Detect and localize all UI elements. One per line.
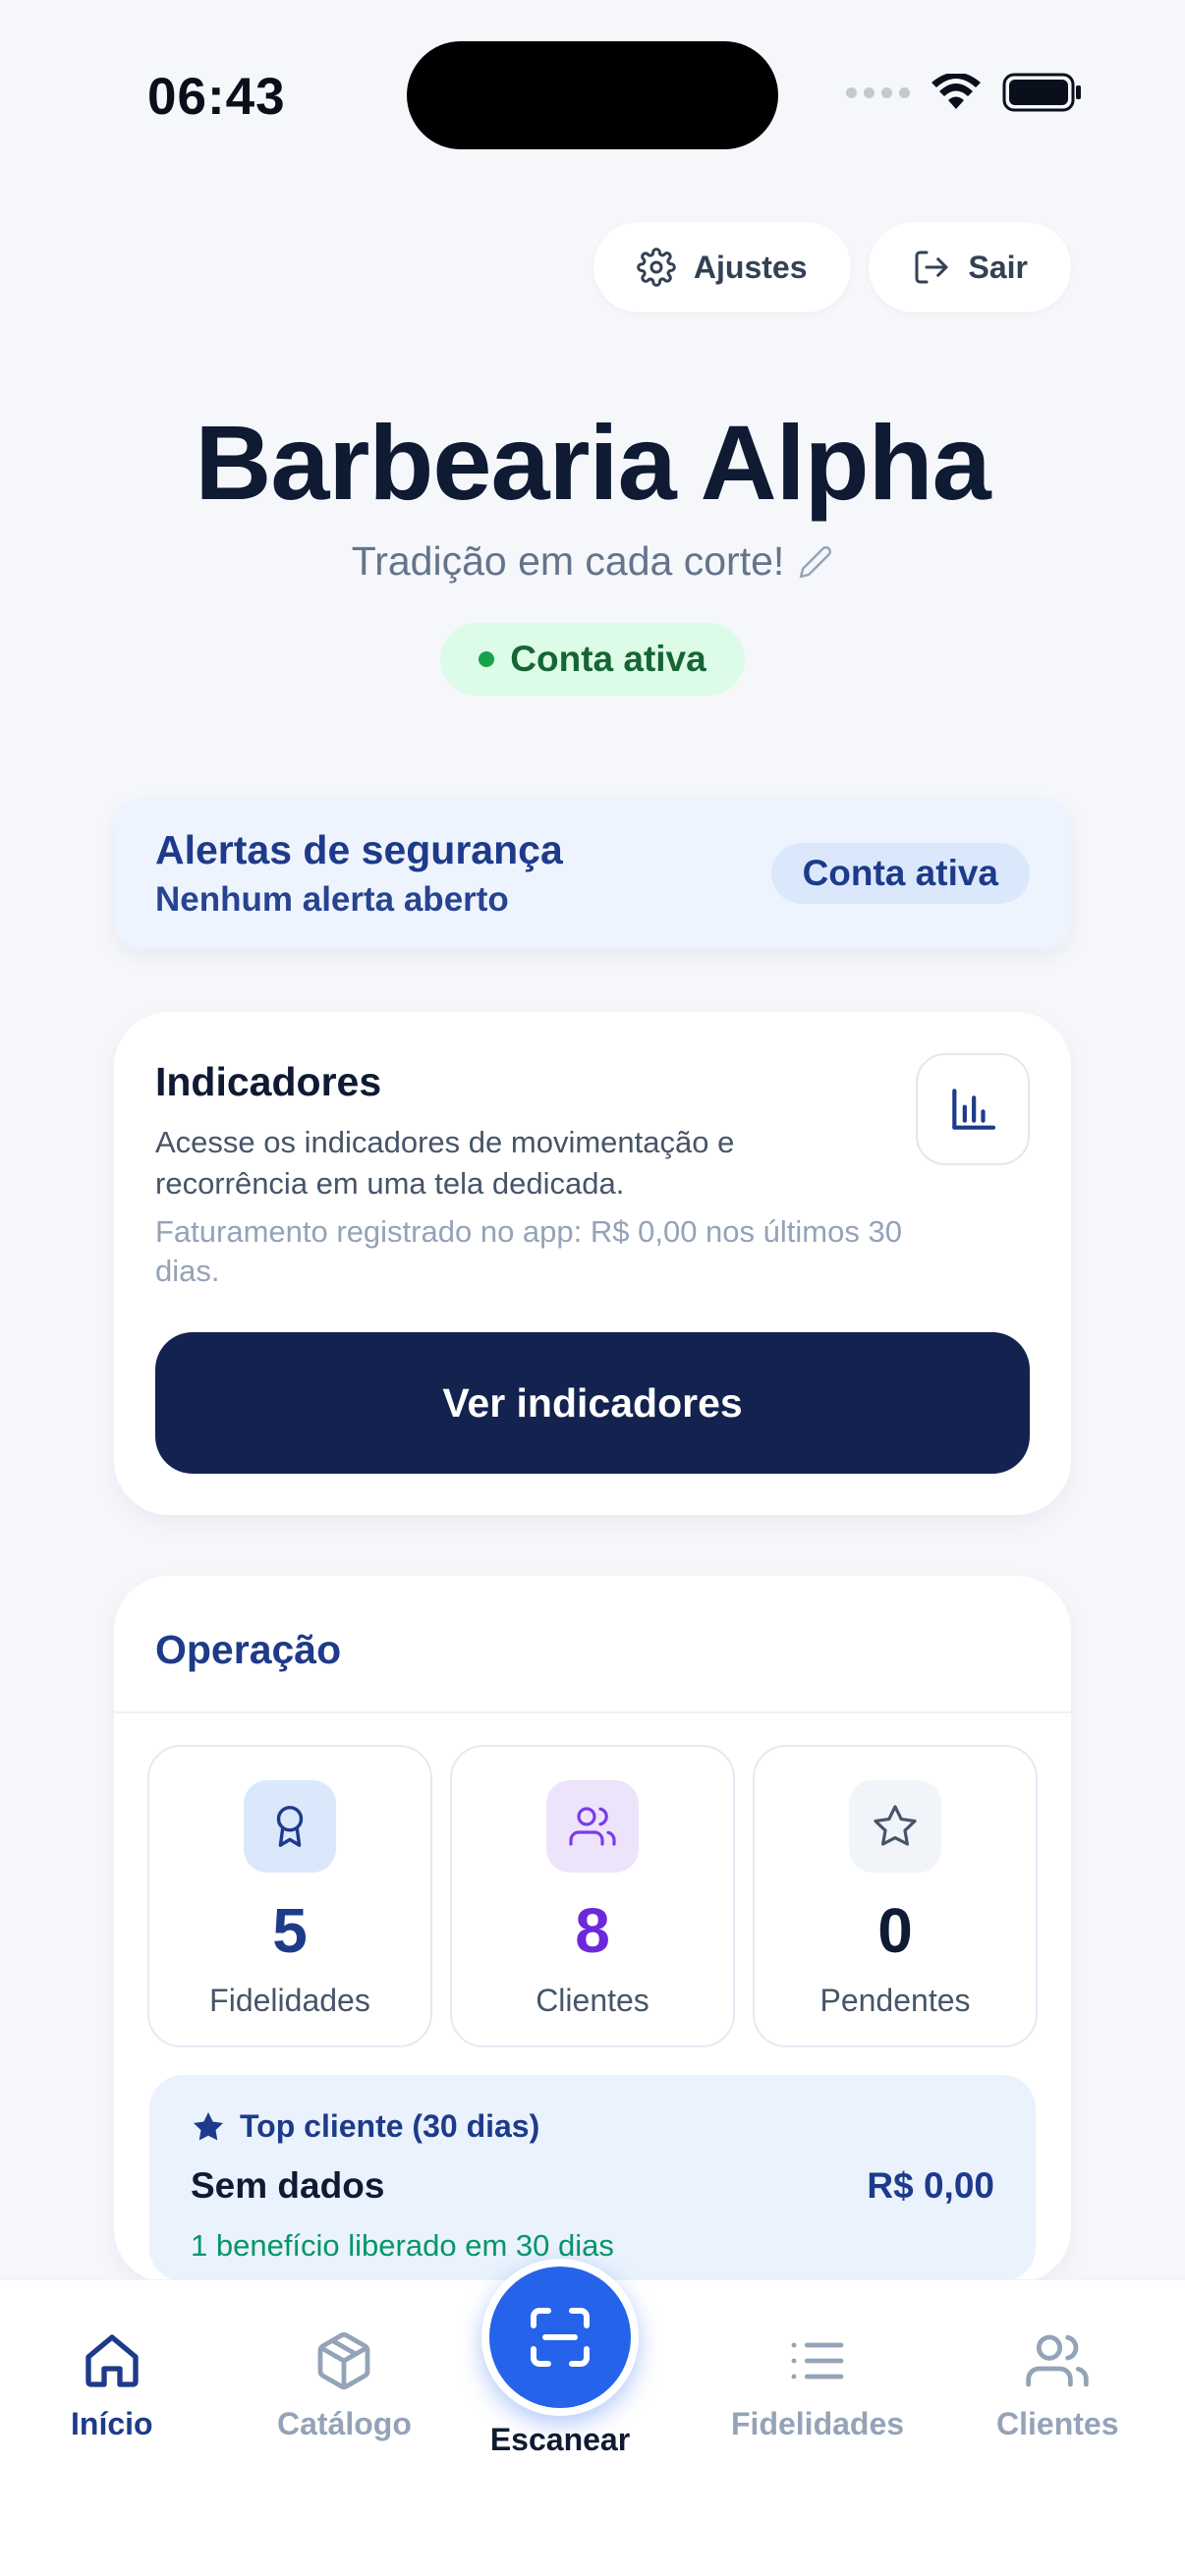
stat-card-pending[interactable]: 0 Pendentes: [753, 1745, 1038, 2047]
dynamic-island: [407, 41, 778, 149]
signal-icon: [846, 86, 910, 98]
stat-value: 8: [575, 1895, 610, 1966]
stat-label: Fidelidades: [209, 1983, 370, 2018]
users-icon: [1026, 2334, 1089, 2387]
users-icon: [569, 1807, 616, 1846]
gear-icon: [637, 248, 676, 287]
star-icon: [874, 1805, 917, 1846]
top-client-amount: R$ 0,00: [867, 2165, 994, 2206]
status-time: 06:43: [147, 68, 286, 126]
top-client-card[interactable]: Top cliente (30 dias) Sem dados R$ 0,00 …: [149, 2075, 1036, 2281]
award-icon: [276, 1806, 304, 1847]
stat-label: Pendentes: [819, 1983, 971, 2018]
top-client-heading: Top cliente (30 dias): [191, 2108, 539, 2145]
nav-home-label: Início: [71, 2406, 153, 2441]
indicators-card: Indicadores Acesse os indicadores de mov…: [114, 1012, 1071, 1515]
settings-label: Ajustes: [693, 249, 808, 285]
logout-label: Sair: [968, 249, 1028, 285]
scan-icon: [531, 2308, 590, 2367]
alerts-status-badge: Conta ativa: [770, 843, 1030, 904]
nav-scan-label: Escanear: [489, 2422, 631, 2457]
top-client-name: Sem dados: [191, 2165, 385, 2206]
stat-value: 5: [272, 1895, 308, 1966]
star-filled-icon: [194, 2111, 223, 2140]
scan-button[interactable]: [481, 2259, 639, 2416]
list-icon: [791, 2342, 844, 2380]
nav-home[interactable]: Início: [71, 2329, 153, 2442]
status-dot: [479, 651, 495, 667]
nav-catalog-label: Catálogo: [277, 2406, 412, 2441]
bottom-nav: Início Catálogo Escanear Fidelidades Cli…: [0, 2259, 1185, 2576]
stat-value: 0: [877, 1895, 913, 1966]
alerts-subtitle: Nenhum alerta aberto: [155, 880, 509, 919]
nav-catalog[interactable]: Catálogo: [277, 2329, 412, 2442]
nav-scan[interactable]: Escanear: [481, 2259, 639, 2458]
stat-label: Clientes: [536, 1983, 649, 2018]
indicators-description: Acesse os indicadores de movimentação e …: [155, 1125, 735, 1201]
settings-button[interactable]: Ajustes: [592, 222, 851, 312]
nav-loyalty[interactable]: Fidelidades: [731, 2329, 904, 2442]
status-badge: Conta ativa: [440, 623, 745, 696]
operation-card: Operação 5 Fidelidades 8 Clientes 0 Pend…: [114, 1576, 1071, 2283]
divider: [114, 1711, 1071, 1713]
brand-subtitle: Tradição em cada corte!: [0, 538, 1185, 585]
logout-button[interactable]: Sair: [868, 222, 1071, 312]
indicators-chart-button[interactable]: [916, 1053, 1030, 1165]
battery-icon: [1002, 73, 1081, 112]
security-alerts-card[interactable]: Alertas de segurança Nenhum alerta abert…: [114, 798, 1071, 949]
nav-loyalty-label: Fidelidades: [731, 2406, 905, 2441]
home-icon: [85, 2334, 139, 2387]
stat-icon-box: [244, 1780, 336, 1873]
view-indicators-button[interactable]: Ver indicadores: [155, 1332, 1030, 1474]
status-icons: [846, 73, 1083, 112]
stat-icon-box: [849, 1780, 941, 1873]
indicators-title: Indicadores: [155, 1059, 382, 1104]
subtitle-text: Tradição em cada corte!: [351, 538, 785, 584]
bar-chart-icon: [952, 1089, 996, 1130]
stat-card-clients[interactable]: 8 Clientes: [450, 1745, 735, 2047]
status-text: Conta ativa: [510, 639, 706, 679]
wifi-icon: [931, 74, 981, 109]
page-title: Barbearia Alpha: [195, 403, 990, 522]
status-bar: 06:43: [0, 0, 1185, 196]
screen: 06:43 Ajustes Sair Barbearia Alpha Tradi…: [0, 0, 1185, 2576]
alerts-title: Alertas de segurança: [155, 827, 563, 872]
package-icon: [318, 2332, 370, 2389]
indicators-revenue-note: Faturamento registrado no app: R$ 0,00 n…: [155, 1214, 902, 1288]
logout-icon: [915, 251, 948, 284]
operation-title: Operação: [155, 1627, 342, 1672]
top-client-heading-text: Top cliente (30 dias): [240, 2108, 540, 2144]
pencil-icon[interactable]: [798, 544, 833, 580]
stat-icon-box: [546, 1780, 639, 1873]
nav-clients[interactable]: Clientes: [996, 2329, 1118, 2442]
top-actions: Ajustes Sair: [592, 222, 1071, 312]
stat-card-loyalty[interactable]: 5 Fidelidades: [147, 1745, 432, 2047]
nav-clients-label: Clientes: [996, 2406, 1119, 2441]
